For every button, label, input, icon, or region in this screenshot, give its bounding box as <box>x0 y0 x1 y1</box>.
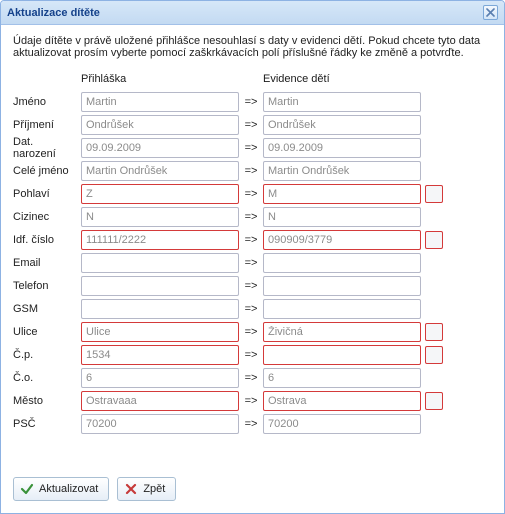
label-celejm: Celé jméno <box>13 165 81 177</box>
label-gsm: GSM <box>13 303 81 315</box>
app-email[interactable] <box>81 253 239 273</box>
update-button-label: Aktualizovat <box>39 483 98 495</box>
row-co: Č.o. => <box>13 366 492 389</box>
label-cp: Č.p. <box>13 349 81 361</box>
header-app: Přihláška <box>81 73 239 85</box>
label-pohlavi: Pohlaví <box>13 188 81 200</box>
evd-psc[interactable] <box>263 414 421 434</box>
app-co[interactable] <box>81 368 239 388</box>
label-idf: Idf. číslo <box>13 234 81 246</box>
window-title: Aktualizace dítěte <box>7 7 100 19</box>
row-idf: Idf. číslo => <box>13 228 492 251</box>
row-jmeno: Jméno => <box>13 90 492 113</box>
app-ulice[interactable] <box>81 322 239 342</box>
evd-gsm[interactable] <box>263 299 421 319</box>
header-row: Přihláška Evidence dětí <box>13 67 492 90</box>
checkbox-pohlavi[interactable] <box>425 185 443 203</box>
app-celejm[interactable] <box>81 161 239 181</box>
app-idf[interactable] <box>81 230 239 250</box>
checkbox-mesto[interactable] <box>425 392 443 410</box>
arrow-icon: => <box>239 234 263 246</box>
evd-prijmeni[interactable] <box>263 115 421 135</box>
label-mesto: Město <box>13 395 81 407</box>
arrow-icon: => <box>239 211 263 223</box>
label-psc: PSČ <box>13 418 81 430</box>
row-cp: Č.p. => <box>13 343 492 366</box>
arrow-icon: => <box>239 303 263 315</box>
check-icon <box>20 482 34 496</box>
arrow-icon: => <box>239 96 263 108</box>
evd-mesto[interactable] <box>263 391 421 411</box>
evd-datnar[interactable] <box>263 138 421 158</box>
arrow-icon: => <box>239 188 263 200</box>
app-telefon[interactable] <box>81 276 239 296</box>
app-cp[interactable] <box>81 345 239 365</box>
row-cizinec: Cizinec => <box>13 205 492 228</box>
row-telefon: Telefon => <box>13 274 492 297</box>
evd-email[interactable] <box>263 253 421 273</box>
arrow-icon: => <box>239 372 263 384</box>
titlebar: Aktualizace dítěte <box>1 1 504 25</box>
app-psc[interactable] <box>81 414 239 434</box>
row-celejm: Celé jméno => <box>13 159 492 182</box>
app-pohlavi[interactable] <box>81 184 239 204</box>
evd-idf[interactable] <box>263 230 421 250</box>
evd-pohlavi[interactable] <box>263 184 421 204</box>
arrow-icon: => <box>239 326 263 338</box>
evd-cizinec[interactable] <box>263 207 421 227</box>
row-mesto: Město => <box>13 389 492 412</box>
app-cizinec[interactable] <box>81 207 239 227</box>
app-datnar[interactable] <box>81 138 239 158</box>
label-cizinec: Cizinec <box>13 211 81 223</box>
label-jmeno: Jméno <box>13 96 81 108</box>
description-text: Údaje dítěte v právě uložené přihlášce n… <box>1 25 504 65</box>
arrow-icon: => <box>239 165 263 177</box>
label-telefon: Telefon <box>13 280 81 292</box>
evd-co[interactable] <box>263 368 421 388</box>
checkbox-ulice[interactable] <box>425 323 443 341</box>
label-prijmeni: Příjmení <box>13 119 81 131</box>
evd-cp[interactable] <box>263 345 421 365</box>
evd-ulice[interactable] <box>263 322 421 342</box>
back-button-label: Zpět <box>143 483 165 495</box>
arrow-icon: => <box>239 142 263 154</box>
app-prijmeni[interactable] <box>81 115 239 135</box>
row-datnar: Dat. narození => <box>13 136 492 159</box>
evd-celejm[interactable] <box>263 161 421 181</box>
arrow-icon: => <box>239 395 263 407</box>
app-mesto[interactable] <box>81 391 239 411</box>
arrow-icon: => <box>239 280 263 292</box>
label-ulice: Ulice <box>13 326 81 338</box>
row-psc: PSČ => <box>13 412 492 435</box>
footer: Aktualizovat Zpět <box>1 467 504 513</box>
label-datnar: Dat. narození <box>13 136 81 160</box>
app-jmeno[interactable] <box>81 92 239 112</box>
app-gsm[interactable] <box>81 299 239 319</box>
arrow-icon: => <box>239 418 263 430</box>
checkbox-idf[interactable] <box>425 231 443 249</box>
row-ulice: Ulice => <box>13 320 492 343</box>
close-button[interactable] <box>483 5 498 20</box>
evd-telefon[interactable] <box>263 276 421 296</box>
row-pohlavi: Pohlaví => <box>13 182 492 205</box>
header-evd: Evidence dětí <box>263 73 421 85</box>
arrow-icon: => <box>239 119 263 131</box>
arrow-icon: => <box>239 257 263 269</box>
label-co: Č.o. <box>13 372 81 384</box>
dialog-window: Aktualizace dítěte Údaje dítěte v právě … <box>0 0 505 514</box>
evd-jmeno[interactable] <box>263 92 421 112</box>
close-icon <box>486 8 495 17</box>
update-button[interactable]: Aktualizovat <box>13 477 109 501</box>
comparison-grid: Přihláška Evidence dětí Jméno => Příjmen… <box>1 65 504 435</box>
cancel-icon <box>124 482 138 496</box>
checkbox-cp[interactable] <box>425 346 443 364</box>
row-gsm: GSM => <box>13 297 492 320</box>
back-button[interactable]: Zpět <box>117 477 176 501</box>
label-email: Email <box>13 257 81 269</box>
row-email: Email => <box>13 251 492 274</box>
row-prijmeni: Příjmení => <box>13 113 492 136</box>
arrow-icon: => <box>239 349 263 361</box>
